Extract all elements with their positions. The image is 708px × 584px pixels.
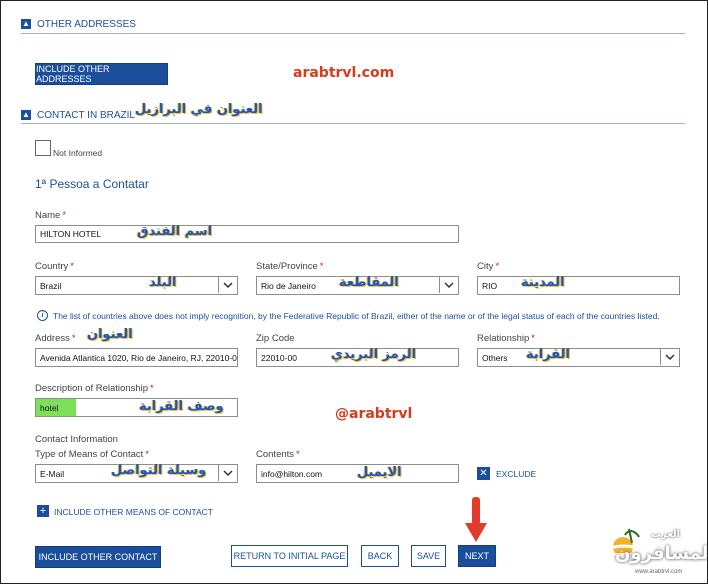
annotation-hotel-name: اسم الفندق xyxy=(137,224,213,239)
close-icon[interactable]: ✕ xyxy=(477,467,490,480)
zip-label: Zip Code xyxy=(256,333,295,344)
plus-icon[interactable]: + xyxy=(37,505,49,517)
annotation-relationship-desc: وصف القرابة xyxy=(139,399,224,414)
means-type-value: E-Mail xyxy=(40,468,65,479)
state-value: Rio de Janeiro xyxy=(261,280,316,291)
chevron-down-icon xyxy=(439,277,458,293)
city-input[interactable]: RIO xyxy=(477,276,680,295)
chevron-down-icon xyxy=(218,465,237,481)
section-title-other-addresses: OTHER ADDRESSES xyxy=(37,18,136,30)
description-value: hotel xyxy=(40,402,59,413)
not-informed-checkbox[interactable] xyxy=(35,140,51,156)
info-icon: i xyxy=(37,310,48,321)
name-input[interactable]: HILTON HOTEL xyxy=(35,225,459,243)
person-heading: 1ª Pessoa a Contatar xyxy=(35,177,149,191)
chevron-down-icon xyxy=(218,277,237,293)
collapse-toggle-icon[interactable]: ▲ xyxy=(21,110,31,120)
info-note-text: The list of countries above does not imp… xyxy=(53,310,660,321)
exclude-link[interactable]: EXCLUDE xyxy=(496,469,536,479)
section-divider xyxy=(21,33,685,34)
save-button[interactable]: SAVE xyxy=(411,545,446,567)
section-title-contact-in-brazil: CONTACT IN BRAZIL xyxy=(37,109,135,121)
name-label: Name * xyxy=(35,210,67,221)
red-arrow-icon xyxy=(465,497,487,542)
return-initial-page-button[interactable]: RETURN TO INITIAL PAGE xyxy=(231,545,348,567)
annotation-country: البلد xyxy=(149,275,177,290)
include-other-addresses-button[interactable]: INCLUDE OTHER ADDRESSES xyxy=(35,63,168,85)
include-other-means-link[interactable]: INCLUDE OTHER MEANS OF CONTACT xyxy=(54,507,213,517)
annotation-zip: الرمز البريدي xyxy=(331,347,417,362)
watermark-site: arabtrvl.com xyxy=(293,65,395,81)
collapse-toggle-icon[interactable]: ▲ xyxy=(21,19,31,29)
contact-information-label: Contact Information xyxy=(35,434,118,445)
logo-small-text: العرب xyxy=(651,529,681,540)
annotation-relationship: القرابة xyxy=(526,347,571,362)
other-addresses-header[interactable]: ▲ OTHER ADDRESSES xyxy=(21,16,136,32)
form-page: ▲ OTHER ADDRESSES INCLUDE OTHER ADDRESSE… xyxy=(0,0,708,584)
annotation-contact-means: وسيلة التواصل xyxy=(111,463,207,478)
logo-main-text: المسافرون xyxy=(615,543,708,564)
contents-label: Contents * xyxy=(256,449,300,460)
back-button[interactable]: BACK xyxy=(361,545,399,567)
annotation-address: العنوان xyxy=(87,327,133,342)
countries-info-note: i The list of countries above does not i… xyxy=(37,310,660,321)
contact-in-brazil-header[interactable]: ▲ CONTACT IN BRAZIL xyxy=(21,107,135,123)
arabtrvl-logo: العرب المسافرون www.arabtrvl.com xyxy=(595,523,707,581)
annotation-province: المقاطعة xyxy=(339,275,399,290)
city-label: City * xyxy=(477,261,500,272)
country-select[interactable]: Brazil xyxy=(35,276,238,295)
annotation-email: الايميل xyxy=(357,465,402,480)
country-value: Brazil xyxy=(40,280,62,291)
annotation-city: المدينة xyxy=(521,275,565,290)
relationship-value: Others xyxy=(482,352,508,363)
address-label: Address * xyxy=(35,333,76,344)
section-divider xyxy=(21,123,685,124)
state-label: State/Province * xyxy=(256,261,324,272)
relationship-select[interactable]: Others xyxy=(477,348,680,367)
logo-url: www.arabtrvl.com xyxy=(635,569,683,575)
include-other-contact-button[interactable]: INCLUDE OTHER CONTACT xyxy=(35,546,161,568)
means-type-label: Type of Means of Contact * xyxy=(35,449,149,460)
not-informed-label: Not Informed xyxy=(53,148,103,158)
next-button[interactable]: NEXT xyxy=(458,545,496,567)
description-label: Description of Relationship * xyxy=(35,383,154,394)
annotation-address-in-brazil: العنوان في البرازيل xyxy=(135,102,263,117)
country-label: Country * xyxy=(35,261,74,272)
chevron-down-icon xyxy=(660,349,679,365)
address-input[interactable]: Avenida Atlantica 1020, Rio de Janeiro, … xyxy=(35,348,238,367)
watermark-handle: @arabtrvl xyxy=(335,406,413,422)
relationship-label: Relationship * xyxy=(477,333,535,344)
